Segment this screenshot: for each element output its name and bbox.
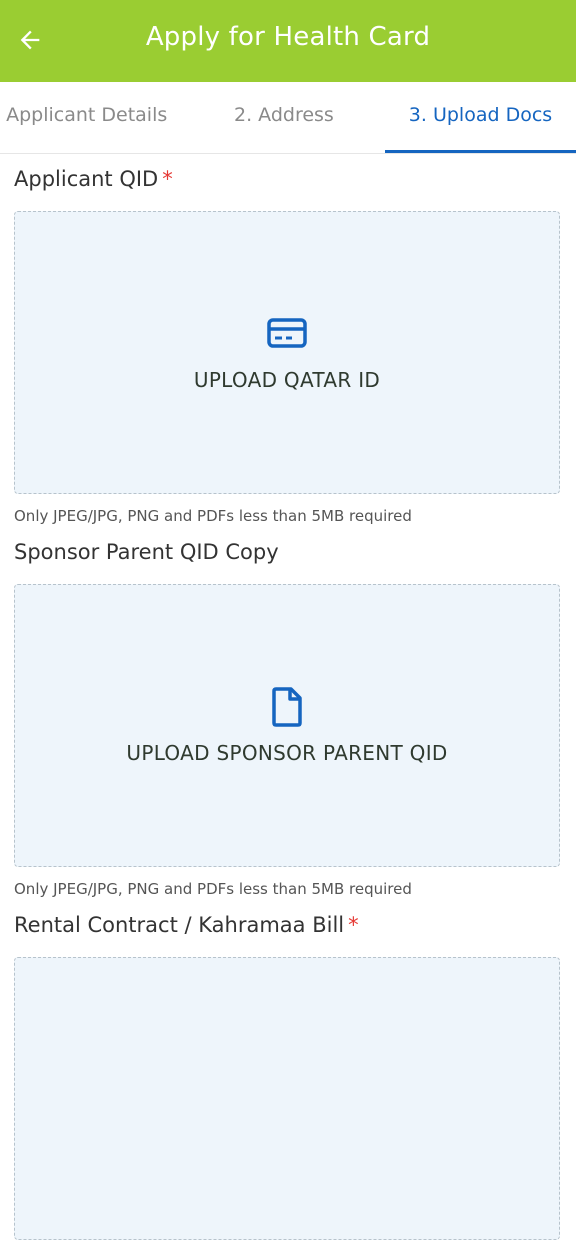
upload-qatar-id-label: UPLOAD QATAR ID <box>193 368 381 392</box>
required-mark: * <box>162 167 173 191</box>
app-bar: Apply for Health Card <box>0 0 576 82</box>
rental-contract-label: Rental Contract / Kahramaa Bill * <box>14 913 359 937</box>
upload-sponsor-qid-dropzone[interactable]: UPLOAD SPONSOR PARENT QID <box>14 584 560 867</box>
rental-contract-label-text: Rental Contract / Kahramaa Bill <box>14 913 345 937</box>
sponsor-qid-hint: Only JPEG/JPG, PNG and PDFs less than 5M… <box>14 880 412 898</box>
upload-qatar-id-dropzone[interactable]: UPLOAD QATAR ID <box>14 211 560 494</box>
required-mark: * <box>348 913 359 937</box>
sponsor-qid-label-text: Sponsor Parent QID Copy <box>14 540 279 564</box>
tab-address[interactable]: 2. Address <box>234 82 334 153</box>
applicant-qid-label-text: Applicant QID <box>14 167 159 191</box>
active-tab-indicator <box>385 150 576 153</box>
tab-upload-docs[interactable]: 3. Upload Docs <box>385 82 576 153</box>
upload-rental-contract-dropzone[interactable] <box>14 957 560 1240</box>
document-icon <box>272 687 302 727</box>
step-tabs: . Applicant Details 2. Address 3. Upload… <box>0 82 576 154</box>
upload-sponsor-qid-label: UPLOAD SPONSOR PARENT QID <box>126 741 448 765</box>
sponsor-qid-label: Sponsor Parent QID Copy <box>14 540 279 564</box>
applicant-qid-hint: Only JPEG/JPG, PNG and PDFs less than 5M… <box>14 507 412 525</box>
page-title: Apply for Health Card <box>145 22 431 52</box>
applicant-qid-label: Applicant QID * <box>14 167 173 191</box>
id-card-icon <box>267 318 307 348</box>
tab-applicant-details[interactable]: . Applicant Details <box>0 82 200 153</box>
